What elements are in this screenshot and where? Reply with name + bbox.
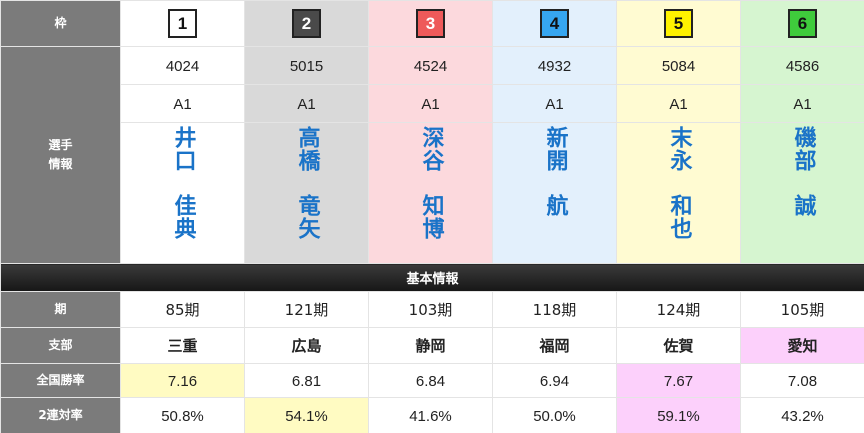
racer-class: A1 bbox=[740, 84, 864, 123]
term-value: 105期 bbox=[740, 291, 864, 328]
name-row: 井口佳典 高橋竜矢 深谷知博 新開航 末永和也 磯部誠 bbox=[1, 122, 864, 264]
frame-badge-2: 2 bbox=[292, 9, 321, 38]
frame-cell: 6 bbox=[740, 0, 864, 47]
win-rate-value: 6.84 bbox=[368, 363, 493, 398]
registration-number: 4024 bbox=[120, 46, 245, 85]
frame-badge-3: 3 bbox=[416, 9, 445, 38]
racer-name-link[interactable]: 井口佳典 bbox=[170, 126, 196, 256]
win-rate-value: 7.16 bbox=[120, 363, 245, 398]
racer-info-label-line2: 情報 bbox=[48, 157, 73, 171]
branch-value: 広島 bbox=[244, 327, 369, 364]
racer-class: A1 bbox=[616, 84, 741, 123]
win-rate-value: 6.81 bbox=[244, 363, 369, 398]
racer-info-label-line1: 選手 bbox=[48, 138, 73, 152]
racer-name-link[interactable]: 深谷知博 bbox=[418, 126, 444, 256]
two-rate-value: 59.1% bbox=[616, 397, 741, 433]
term-value: 121期 bbox=[244, 291, 369, 328]
two-place-rate-label: 2連対率 bbox=[0, 397, 121, 433]
two-rate-value: 50.8% bbox=[120, 397, 245, 433]
branch-label: 支部 bbox=[0, 327, 121, 364]
frame-row: 枠 1 2 3 4 5 6 bbox=[0, 0, 864, 47]
basic-info-header: 基本情報 bbox=[0, 263, 864, 292]
frame-cell: 4 bbox=[492, 0, 617, 47]
branch-value: 愛知 bbox=[740, 327, 864, 364]
national-win-rate-label: 全国勝率 bbox=[0, 363, 121, 398]
two-rate-value: 54.1% bbox=[244, 397, 369, 433]
frame-cell: 1 bbox=[120, 0, 245, 47]
class-row: A1 A1 A1 A1 A1 A1 bbox=[1, 84, 864, 123]
racer-name-cell: 新開航 bbox=[492, 122, 617, 264]
term-value: 85期 bbox=[120, 291, 245, 328]
racer-class: A1 bbox=[368, 84, 493, 123]
registration-row: 選手 情報 4024 5015 4524 4932 5084 4586 bbox=[0, 46, 864, 264]
registration-number: 5015 bbox=[244, 46, 369, 85]
term-row: 期 85期 121期 103期 118期 124期 105期 bbox=[0, 291, 864, 328]
racer-name-link[interactable]: 磯部誠 bbox=[790, 126, 816, 256]
racer-class: A1 bbox=[244, 84, 369, 123]
frame-cell: 5 bbox=[616, 0, 741, 47]
win-rate-value: 6.94 bbox=[492, 363, 617, 398]
frame-cell: 3 bbox=[368, 0, 493, 47]
branch-value: 佐賀 bbox=[616, 327, 741, 364]
racer-name-link[interactable]: 新開航 bbox=[542, 126, 568, 256]
term-value: 124期 bbox=[616, 291, 741, 328]
branch-row: 支部 三重 広島 静岡 福岡 佐賀 愛知 bbox=[0, 327, 864, 364]
frame-label: 枠 bbox=[0, 0, 121, 47]
racer-name-cell: 磯部誠 bbox=[740, 122, 864, 264]
racer-name-link[interactable]: 高橋竜矢 bbox=[294, 126, 320, 256]
frame-badge-4: 4 bbox=[540, 9, 569, 38]
win-rate-value: 7.67 bbox=[616, 363, 741, 398]
registration-number: 4932 bbox=[492, 46, 617, 85]
two-rate-value: 50.0% bbox=[492, 397, 617, 433]
win-rate-value: 7.08 bbox=[740, 363, 864, 398]
national-win-rate-row: 全国勝率 7.16 6.81 6.84 6.94 7.67 7.08 bbox=[0, 363, 864, 398]
branch-value: 福岡 bbox=[492, 327, 617, 364]
racer-name-cell: 高橋竜矢 bbox=[244, 122, 369, 264]
section-header-row: 基本情報 bbox=[0, 263, 864, 292]
two-rate-value: 43.2% bbox=[740, 397, 864, 433]
racer-table: 枠 1 2 3 4 5 6 選手 情報 4024 5015 4524 4932 … bbox=[0, 0, 864, 433]
racer-name-cell: 深谷知博 bbox=[368, 122, 493, 264]
branch-value: 静岡 bbox=[368, 327, 493, 364]
registration-number: 4524 bbox=[368, 46, 493, 85]
term-label: 期 bbox=[0, 291, 121, 328]
two-rate-value: 41.6% bbox=[368, 397, 493, 433]
registration-number: 4586 bbox=[740, 46, 864, 85]
term-value: 103期 bbox=[368, 291, 493, 328]
racer-class: A1 bbox=[120, 84, 245, 123]
frame-badge-6: 6 bbox=[788, 9, 817, 38]
registration-number: 5084 bbox=[616, 46, 741, 85]
frame-badge-1: 1 bbox=[168, 9, 197, 38]
frame-cell: 2 bbox=[244, 0, 369, 47]
branch-value: 三重 bbox=[120, 327, 245, 364]
two-place-rate-row: 2連対率 50.8% 54.1% 41.6% 50.0% 59.1% 43.2% bbox=[0, 397, 864, 433]
term-value: 118期 bbox=[492, 291, 617, 328]
racer-name-link[interactable]: 末永和也 bbox=[666, 126, 692, 256]
racer-name-cell: 井口佳典 bbox=[120, 122, 245, 264]
racer-name-cell: 末永和也 bbox=[616, 122, 741, 264]
racer-info-label: 選手 情報 bbox=[0, 46, 121, 264]
frame-badge-5: 5 bbox=[664, 9, 693, 38]
racer-class: A1 bbox=[492, 84, 617, 123]
